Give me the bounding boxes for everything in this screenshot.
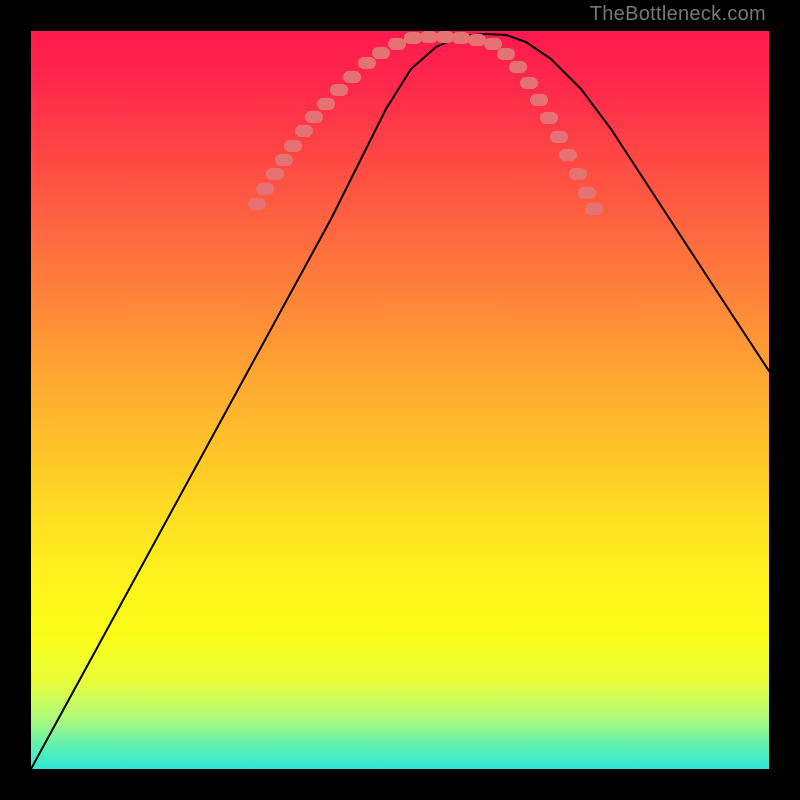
- plot-area: [31, 31, 769, 769]
- chart-frame: TheBottleneck.com: [0, 0, 800, 800]
- chart-svg: [31, 31, 769, 769]
- curve-line: [31, 34, 769, 769]
- watermark-text: TheBottleneck.com: [590, 3, 766, 26]
